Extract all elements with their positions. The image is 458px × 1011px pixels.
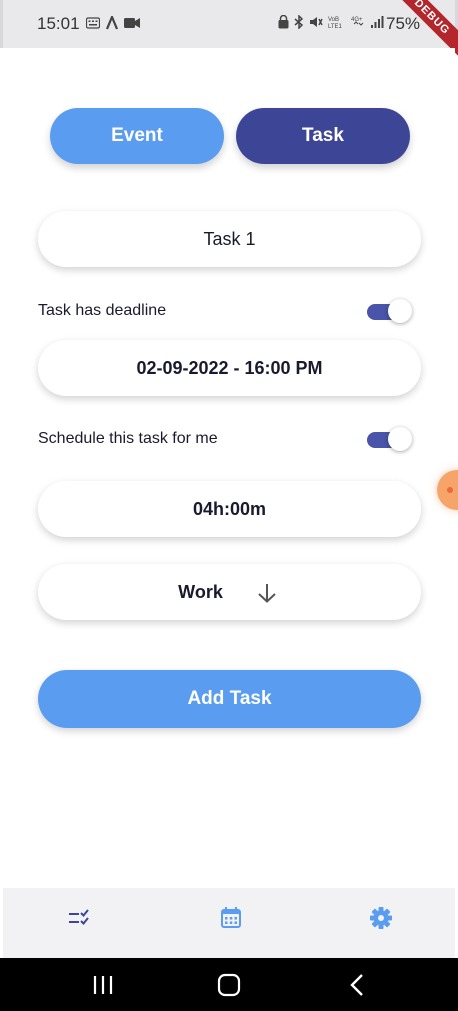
arrow-down-icon[interactable]: [256, 582, 278, 604]
event-mode-button[interactable]: Event: [50, 108, 224, 164]
deadline-toggle[interactable]: [367, 299, 412, 323]
add-task-button[interactable]: Add Task: [38, 670, 421, 728]
task-mode-button[interactable]: Task: [236, 108, 410, 164]
a-icon: [105, 16, 119, 30]
camera-icon: [124, 18, 140, 28]
bottom-navigation: [3, 888, 455, 958]
duration-field[interactable]: 04h:00m: [38, 481, 421, 537]
task-name-input[interactable]: Task 1: [38, 211, 421, 267]
tasks-list-icon[interactable]: [66, 904, 94, 932]
deadline-toggle-knob: [388, 299, 412, 323]
svg-text:LTE1: LTE1: [328, 24, 343, 29]
system-navigation-bar: [0, 958, 458, 1011]
status-icons-left: [86, 16, 140, 30]
signal-icon: [371, 16, 384, 28]
overlay-bubble-dot: [447, 487, 453, 493]
battery-percent: 75%: [386, 14, 421, 33]
schedule-label: Schedule this task for me: [38, 430, 218, 447]
category-dropdown[interactable]: Work: [38, 564, 421, 620]
deadline-label: Task has deadline: [38, 302, 167, 319]
status-icons-right: VoB LTE1 4G+: [278, 15, 384, 29]
4g-icon: 4G+: [351, 17, 364, 26]
back-icon[interactable]: [345, 972, 371, 998]
bluetooth-icon: [294, 15, 304, 29]
svg-text:4G+: 4G+: [351, 17, 363, 23]
status-bar: 15:01 VoB LTE1 4G+ 75%: [0, 0, 458, 48]
schedule-toggle[interactable]: [367, 427, 412, 451]
volte-icon: VoBLTE1: [328, 17, 343, 29]
settings-icon[interactable]: [367, 904, 395, 932]
keyboard-icon: [86, 17, 100, 29]
schedule-toggle-knob: [388, 427, 412, 451]
status-time: 15:01: [37, 14, 80, 33]
calendar-icon[interactable]: [217, 904, 245, 932]
home-icon[interactable]: [216, 972, 242, 998]
deadline-datetime-field[interactable]: 02-09-2022 - 16:00 PM: [38, 340, 421, 396]
recent-apps-icon[interactable]: [90, 972, 116, 998]
vpn-icon: [278, 15, 289, 29]
svg-text:VoB: VoB: [328, 17, 339, 23]
mute-icon: [310, 17, 323, 27]
